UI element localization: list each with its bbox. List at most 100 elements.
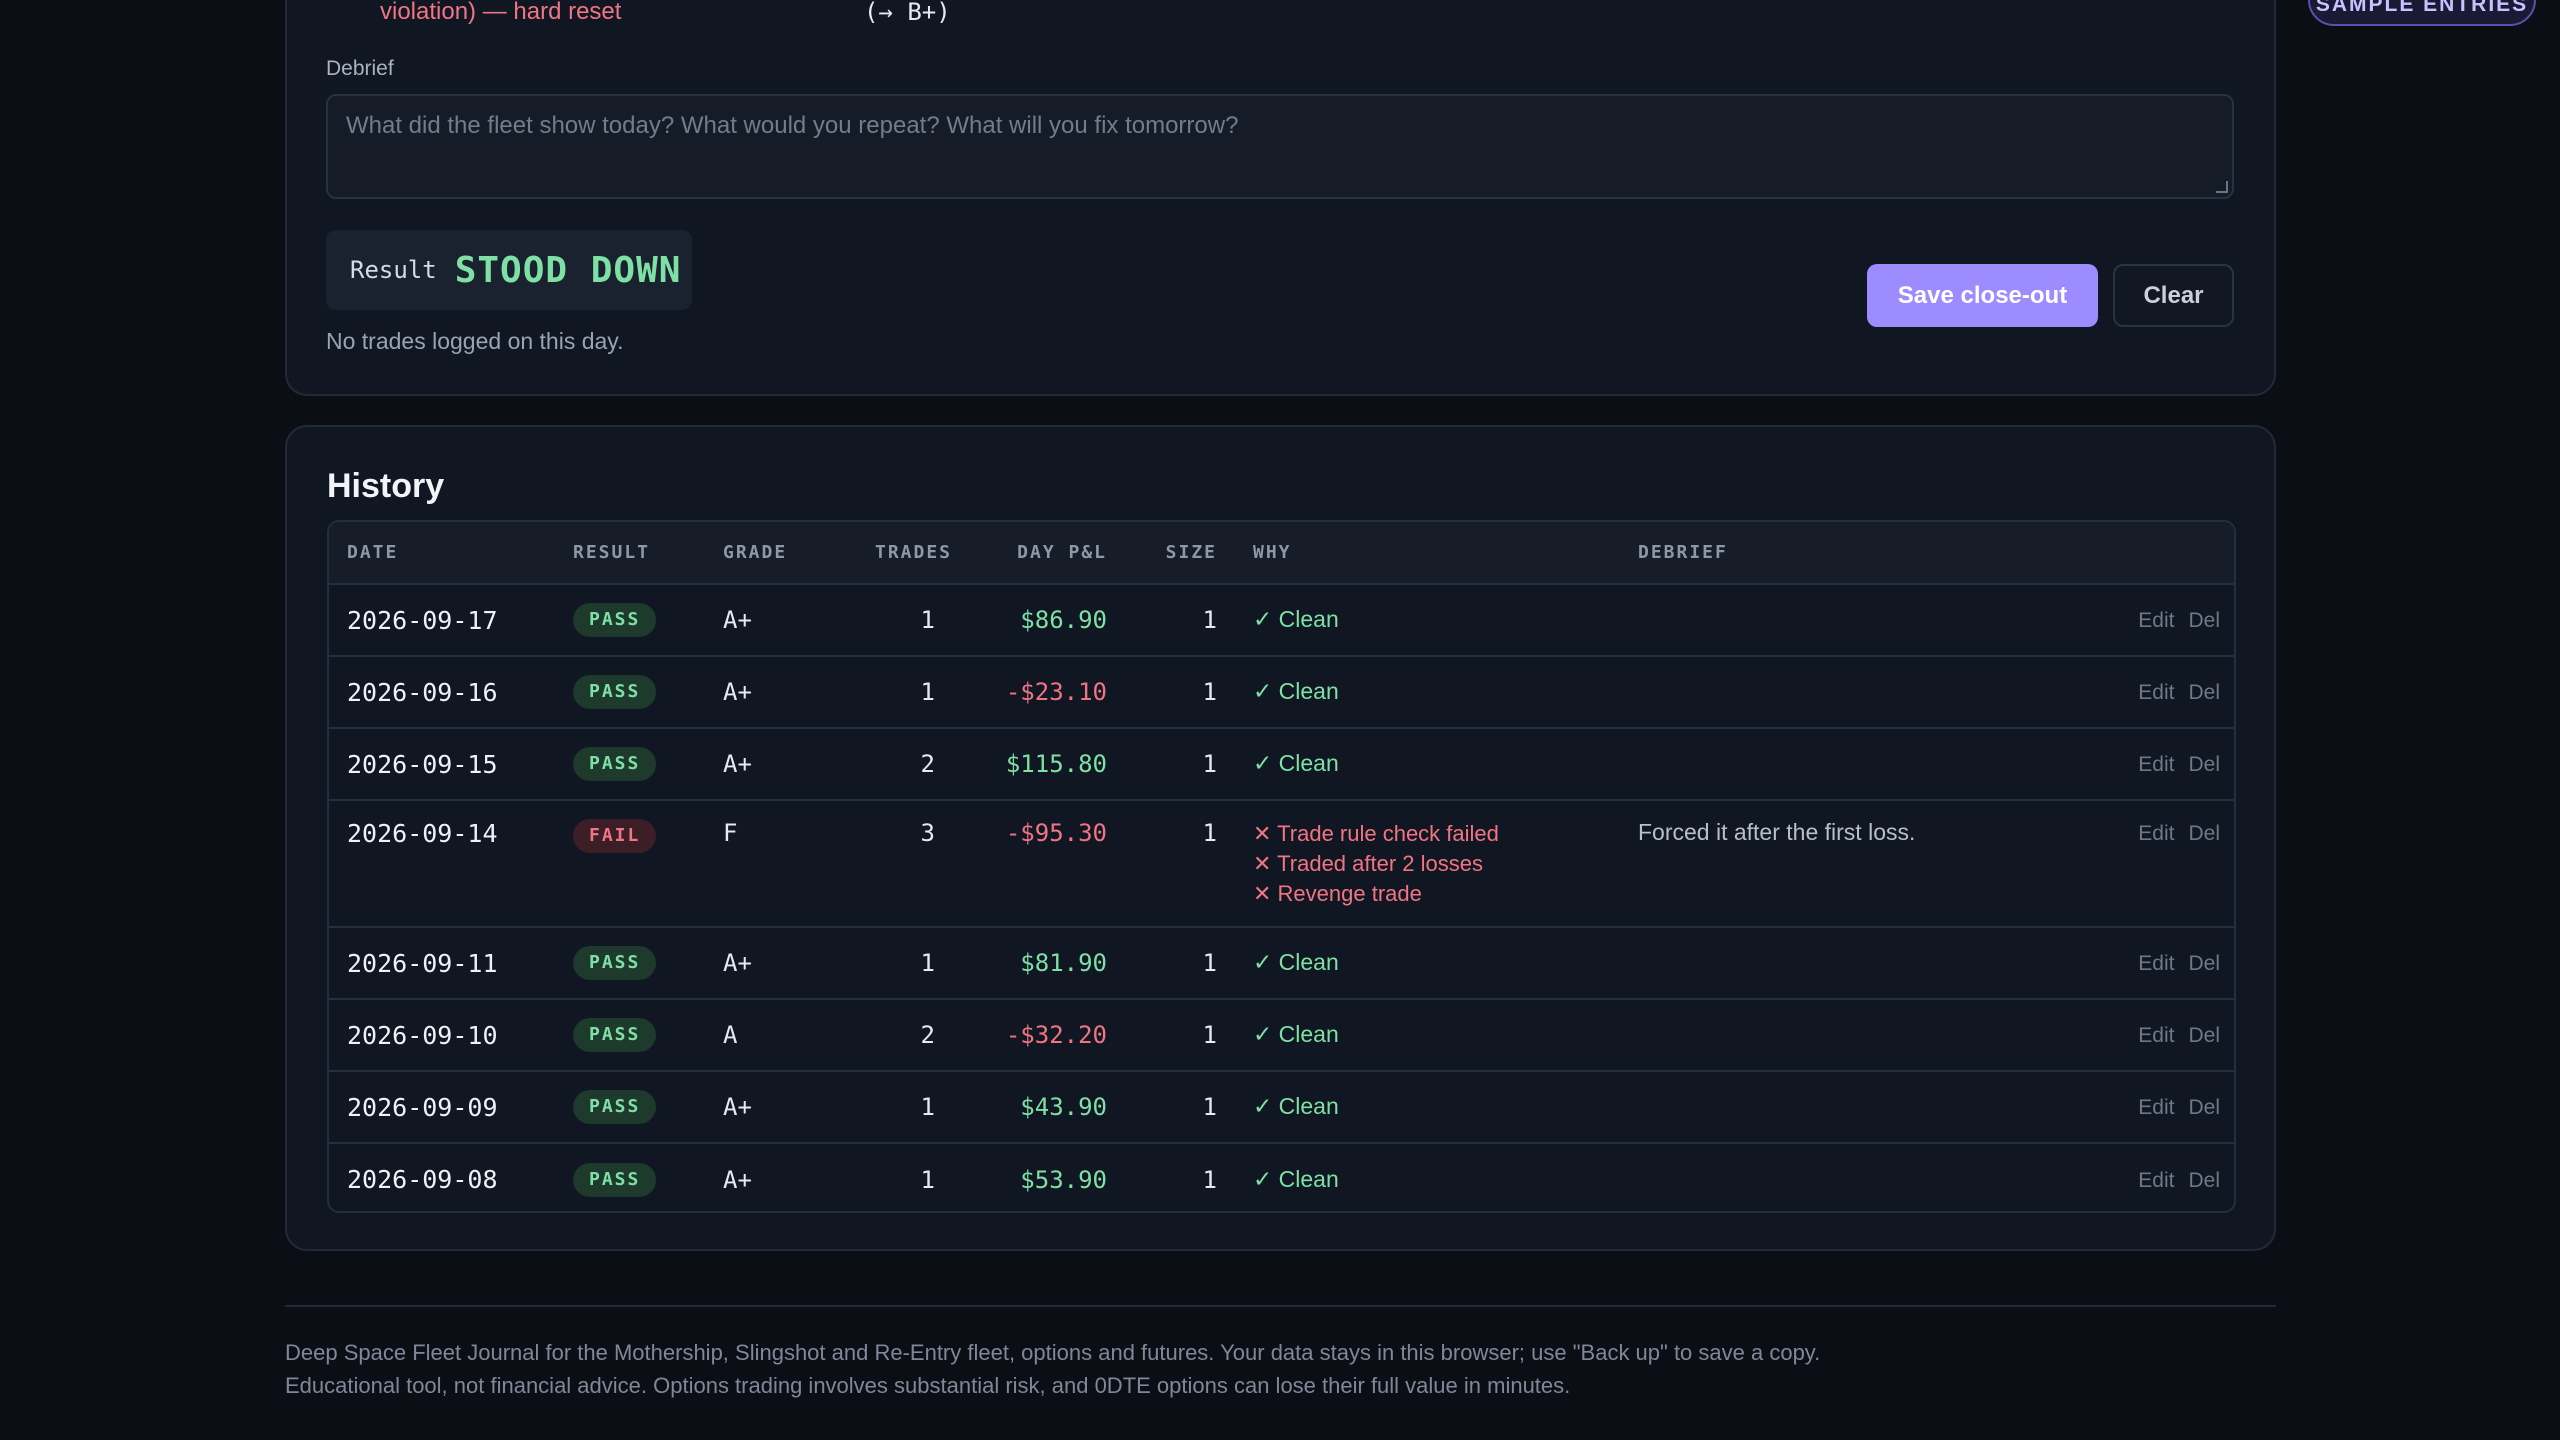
cell-debrief: [1620, 1143, 2040, 1211]
why-clean: ✓ Clean: [1253, 678, 1339, 704]
cell-debrief: [1620, 584, 2040, 656]
table-row: 2026-09-15 PASS A+ 2 $115.80 1 ✓ Clean Edit Del: [329, 728, 2234, 800]
cell-why: ✓ Clean: [1235, 584, 1620, 656]
column-header-size: SIZE: [1165, 542, 1217, 563]
cell-why: ✕ Trade rule check failed ✕ Traded after …: [1235, 800, 1620, 927]
cell-date: 2026-09-16: [347, 677, 498, 707]
column-header-date: DATE: [347, 542, 399, 563]
cell-date: 2026-09-09: [347, 1092, 498, 1122]
edit-link[interactable]: Edit: [2138, 1096, 2174, 1119]
why-clean: ✓ Clean: [1253, 949, 1339, 975]
why-violation-item: ✕ Trade rule check failed: [1253, 821, 1499, 846]
cell-day-pnl: $115.80: [1005, 750, 1107, 778]
cell-why: ✓ Clean: [1235, 927, 1620, 999]
cell-grade: A+: [723, 1093, 752, 1121]
edit-link[interactable]: Edit: [2138, 822, 2174, 845]
cell-size: 1: [1202, 949, 1217, 977]
clear-button[interactable]: Clear: [2113, 264, 2234, 327]
cell-trades: 1: [920, 678, 935, 706]
cell-debrief: [1620, 656, 2040, 728]
why-clean: ✓ Clean: [1253, 1165, 1339, 1192]
cell-size: 1: [1202, 606, 1217, 634]
why-violation-item: ✕ Revenge trade: [1253, 881, 1422, 906]
result-badge: PASS: [573, 1018, 657, 1052]
cell-day-pnl: -$95.30: [1005, 819, 1107, 847]
cell-actions: Edit Del: [2040, 656, 2234, 728]
column-header-day-pnl: DAY P&L: [1017, 542, 1107, 563]
result-label: Result: [350, 256, 437, 284]
cell-date: 2026-09-10: [347, 1020, 498, 1050]
cell-debrief: [1620, 999, 2040, 1071]
column-header-actions: [2040, 522, 2234, 584]
delete-link[interactable]: Del: [2188, 952, 2220, 975]
edit-link[interactable]: Edit: [2138, 952, 2174, 975]
cell-actions: Edit Del: [2040, 999, 2234, 1071]
result-badge: PASS: [573, 1090, 657, 1124]
cell-trades: 2: [920, 750, 935, 778]
cell-grade: F: [723, 819, 738, 847]
violation-note: violation) — hard reset: [380, 0, 622, 25]
cell-result: PASS: [555, 728, 705, 800]
delete-link[interactable]: Del: [2188, 753, 2220, 776]
cell-result: PASS: [555, 927, 705, 999]
table-row: 2026-09-09 PASS A+ 1 $43.90 1 ✓ Clean Edit Del: [329, 1071, 2234, 1143]
cell-grade: A+: [723, 750, 752, 778]
edit-link[interactable]: Edit: [2138, 681, 2174, 704]
table-row: 2026-09-08 PASS A+ 1 $53.90 1 ✓ Clean Edit Del: [329, 1143, 2234, 1211]
cell-result: PASS: [555, 584, 705, 656]
history-card: History DATE RESULT GRADE TRADES DAY P&L…: [285, 425, 2276, 1251]
cell-grade: A+: [723, 949, 752, 977]
delete-link[interactable]: Del: [2188, 1096, 2220, 1119]
cell-day-pnl: -$32.20: [1005, 1021, 1107, 1049]
column-header-debrief: DEBRIEF: [1638, 542, 1728, 563]
delete-link[interactable]: Del: [2188, 1169, 2220, 1192]
edit-link[interactable]: Edit: [2138, 609, 2174, 632]
delete-link[interactable]: Del: [2188, 609, 2220, 632]
cell-debrief: [1620, 728, 2040, 800]
table-row: 2026-09-11 PASS A+ 1 $81.90 1 ✓ Clean Edit Del: [329, 927, 2234, 999]
result-badge: PASS: [573, 747, 657, 781]
cell-size: 1: [1202, 1021, 1217, 1049]
debrief-label: Debrief: [326, 57, 394, 80]
column-header-trades: TRADES: [875, 542, 953, 563]
edit-link[interactable]: Edit: [2138, 753, 2174, 776]
cell-debrief: [1620, 1071, 2040, 1143]
cell-date: 2026-09-08: [347, 1165, 498, 1194]
why-clean: ✓ Clean: [1253, 750, 1339, 776]
why-clean: ✓ Clean: [1253, 1093, 1339, 1119]
cell-grade: A+: [723, 606, 752, 634]
table-row: 2026-09-17 PASS A+ 1 $86.90 1 ✓ Clean Edit Del: [329, 584, 2234, 656]
cell-why: ✓ Clean: [1235, 1143, 1620, 1211]
cell-grade: A+: [723, 1165, 752, 1194]
delete-link[interactable]: Del: [2188, 822, 2220, 845]
cell-trades: 1: [920, 949, 935, 977]
edit-link[interactable]: Edit: [2138, 1169, 2174, 1192]
result-badge: PASS: [573, 603, 657, 637]
cell-size: 1: [1202, 1093, 1217, 1121]
cell-why: ✓ Clean: [1235, 656, 1620, 728]
edit-link[interactable]: Edit: [2138, 1024, 2174, 1047]
delete-link[interactable]: Del: [2188, 1024, 2220, 1047]
cell-actions: Edit Del: [2040, 927, 2234, 999]
cell-size: 1: [1202, 1165, 1217, 1194]
cell-day-pnl: $86.90: [1020, 606, 1107, 634]
cell-trades: 1: [920, 1093, 935, 1121]
sample-entries-badge[interactable]: SAMPLE ENTRIES: [2308, 0, 2536, 26]
cell-day-pnl: $53.90: [1020, 1165, 1107, 1194]
column-header-grade: GRADE: [723, 542, 788, 563]
debrief-textarea[interactable]: What did the fleet show today? What woul…: [326, 94, 2234, 199]
cell-date: 2026-09-14: [347, 819, 498, 848]
cell-size: 1: [1202, 819, 1217, 847]
save-closeout-button[interactable]: Save close-out: [1867, 264, 2098, 327]
why-clean: ✓ Clean: [1253, 1021, 1339, 1047]
why-violation-item: ✕ Traded after 2 losses: [1253, 851, 1483, 876]
cell-trades: 2: [920, 1021, 935, 1049]
cell-result: PASS: [555, 656, 705, 728]
result-value: STOOD DOWN: [454, 249, 682, 291]
cell-actions: Edit Del: [2040, 1071, 2234, 1143]
cell-result: PASS: [555, 1071, 705, 1143]
delete-link[interactable]: Del: [2188, 681, 2220, 704]
resize-handle-icon[interactable]: [2216, 181, 2228, 193]
cell-actions: Edit Del: [2040, 1143, 2234, 1211]
cell-actions: Edit Del: [2040, 800, 2234, 927]
